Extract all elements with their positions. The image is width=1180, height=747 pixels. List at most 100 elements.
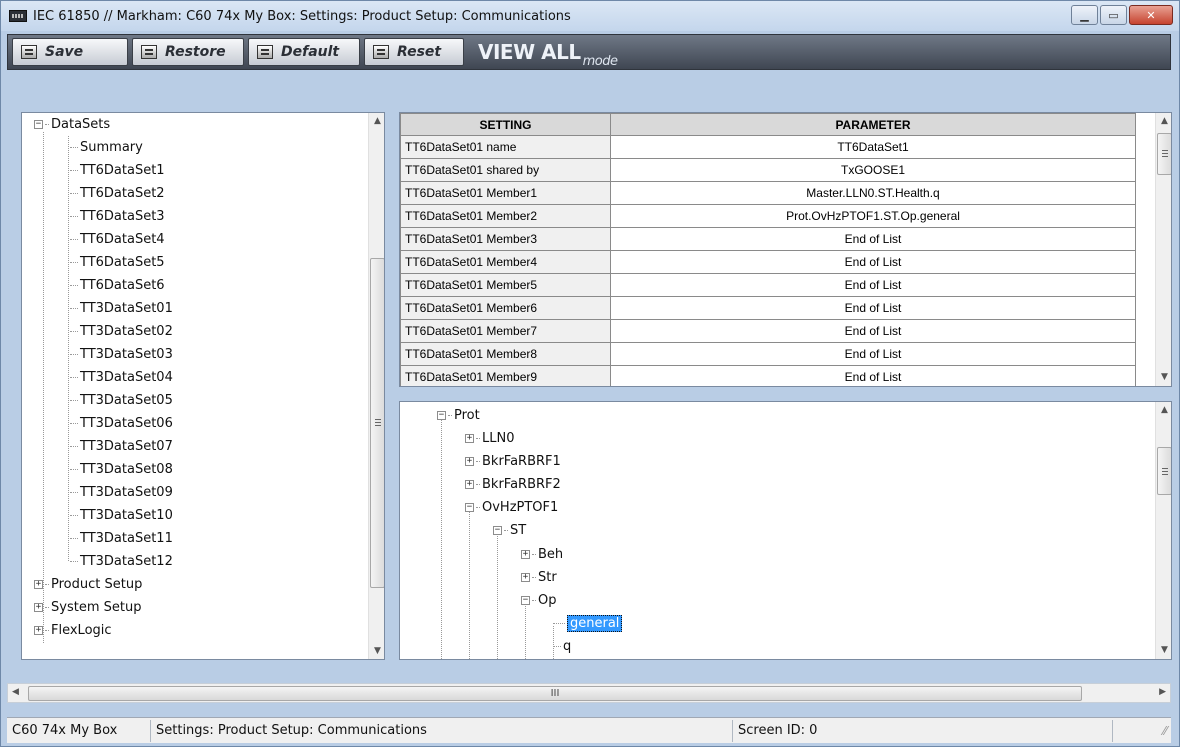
scroll-right-arrow[interactable]: ▶	[1159, 687, 1166, 697]
parameter-value-cell[interactable]: End of List	[610, 342, 1136, 366]
tree-node-section[interactable]: + System Setup	[28, 596, 368, 619]
table-row[interactable]: TT6DataSet01 Member7 End of List	[400, 319, 1136, 343]
tree-node-st[interactable]: − ST	[493, 519, 526, 542]
collapse-icon[interactable]: −	[521, 596, 530, 605]
collapse-icon[interactable]: −	[437, 411, 446, 420]
tree-node-ovhzptof1[interactable]: − OvHzPTOF1	[465, 496, 558, 519]
default-button[interactable]: Default	[248, 38, 360, 66]
parameter-value-cell[interactable]: TT6DataSet1	[610, 135, 1136, 159]
scroll-thumb[interactable]	[1157, 447, 1171, 495]
parameter-value-cell[interactable]: End of List	[610, 250, 1136, 274]
horizontal-scrollbar[interactable]: ◀ III ▶	[7, 683, 1171, 703]
scroll-up-arrow[interactable]: ▲	[369, 113, 384, 130]
setting-name-cell: TT6DataSet01 Member3	[400, 227, 611, 251]
table-row[interactable]: TT6DataSet01 shared by TxGOOSE1	[400, 158, 1136, 182]
tree-node-section[interactable]: + Product Setup	[28, 573, 368, 596]
table-row[interactable]: TT6DataSet01 Member6 End of List	[400, 296, 1136, 320]
tree-node-dataset[interactable]: TT3DataSet07	[28, 435, 368, 458]
expand-icon[interactable]: +	[465, 457, 474, 466]
tree-node-datasets[interactable]: − DataSets	[28, 113, 368, 136]
tree-node-dataset[interactable]: TT3DataSet06	[28, 412, 368, 435]
tree-node-dataset[interactable]: TT3DataSet04	[28, 366, 368, 389]
tree-node-dataset[interactable]: TT3DataSet10	[28, 504, 368, 527]
tree-node-dataset[interactable]: TT3DataSet05	[28, 389, 368, 412]
table-row[interactable]: TT6DataSet01 Member2 Prot.OvHzPTOF1.ST.Op…	[400, 204, 1136, 228]
scroll-thumb[interactable]: III	[28, 686, 1082, 701]
collapse-icon[interactable]: −	[493, 526, 502, 535]
resize-grip-icon[interactable]: ⁄⁄	[1163, 724, 1167, 738]
parameter-value-cell[interactable]: End of List	[610, 296, 1136, 320]
tree-node-dataset[interactable]: TT6DataSet5	[28, 251, 368, 274]
parameter-value-cell[interactable]: End of List	[610, 319, 1136, 343]
tree-node-general[interactable]: general	[553, 612, 623, 635]
tree-node-dataset[interactable]: TT3DataSet11	[28, 527, 368, 550]
tree-node-dataset[interactable]: TT6DataSet1	[28, 159, 368, 182]
parameter-value-cell[interactable]: End of List	[610, 273, 1136, 297]
tree-node-dataset[interactable]: TT6DataSet2	[28, 182, 368, 205]
tree-node-beh[interactable]: + Beh	[521, 543, 563, 566]
parameter-value-cell[interactable]: End of List	[610, 365, 1136, 386]
scroll-thumb[interactable]	[370, 258, 384, 588]
expand-icon[interactable]: +	[521, 550, 530, 559]
scroll-up-arrow[interactable]: ▲	[1156, 402, 1171, 419]
parameter-value-cell[interactable]: TxGOOSE1	[610, 158, 1136, 182]
scroll-thumb[interactable]	[1157, 133, 1171, 175]
expand-icon[interactable]: +	[34, 603, 43, 612]
tree-node-dataset[interactable]: TT3DataSet09	[28, 481, 368, 504]
tree-node-op[interactable]: − Op	[521, 589, 556, 612]
table-row[interactable]: TT6DataSet01 Member5 End of List	[400, 273, 1136, 297]
expand-icon[interactable]: +	[465, 434, 474, 443]
tree-node-q[interactable]: q	[553, 635, 571, 658]
tree-node-section[interactable]: + FlexLogic	[28, 619, 368, 642]
left-vertical-scrollbar[interactable]: ▲ ▼	[368, 113, 384, 659]
table-row[interactable]: TT6DataSet01 Member9 End of List	[400, 365, 1136, 386]
parameter-value-cell[interactable]: Master.LLN0.ST.Health.q	[610, 181, 1136, 205]
tree-node-dataset[interactable]: TT3DataSet08	[28, 458, 368, 481]
tree-node-dataset[interactable]: TT3DataSet02	[28, 320, 368, 343]
table-row[interactable]: TT6DataSet01 Member3 End of List	[400, 227, 1136, 251]
scroll-left-arrow[interactable]: ◀	[12, 687, 19, 697]
column-header-setting[interactable]: SETTING	[400, 113, 611, 136]
parameter-value-cell[interactable]: End of List	[610, 227, 1136, 251]
tree-node-dataset[interactable]: TT6DataSet6	[28, 274, 368, 297]
tree-node-lln0[interactable]: + LLN0	[465, 427, 514, 450]
collapse-icon[interactable]: −	[465, 503, 474, 512]
tree-node-dataset[interactable]: TT6DataSet3	[28, 205, 368, 228]
restore-button[interactable]: Restore	[132, 38, 244, 66]
expand-icon[interactable]: +	[34, 580, 43, 589]
expand-icon[interactable]: +	[34, 626, 43, 635]
table-row[interactable]: TT6DataSet01 Member8 End of List	[400, 342, 1136, 366]
setting-name-cell: TT6DataSet01 name	[400, 135, 611, 159]
expand-icon[interactable]: +	[465, 480, 474, 489]
table-row[interactable]: TT6DataSet01 Member1 Master.LLN0.ST.Healt…	[400, 181, 1136, 205]
column-header-parameter[interactable]: PARAMETER	[610, 113, 1136, 136]
tree-node-dataset[interactable]: Summary	[28, 136, 368, 159]
tree-node-bkrfarbrf2[interactable]: + BkrFaRBRF2	[465, 473, 561, 496]
table-row[interactable]: TT6DataSet01 name TT6DataSet1	[400, 135, 1136, 159]
expand-icon[interactable]: +	[521, 573, 530, 582]
tree-node-str[interactable]: + Str	[521, 566, 557, 589]
tree-node-dataset[interactable]: TT3DataSet12	[28, 550, 368, 573]
maximize-button[interactable]: ▭	[1100, 5, 1127, 25]
table-vertical-scrollbar[interactable]: ▲ ▼	[1155, 113, 1171, 386]
tree-node-dataset[interactable]: TT6DataSet4	[28, 228, 368, 251]
settings-table: SETTING PARAMETER TT6DataSet01 name TT6Da…	[400, 113, 1136, 386]
collapse-icon[interactable]: −	[34, 120, 43, 129]
scroll-down-arrow[interactable]: ▼	[1156, 642, 1171, 659]
tree-node-bkrfarbrf1[interactable]: + BkrFaRBRF1	[465, 450, 561, 473]
tree-node-dataset[interactable]: TT3DataSet03	[28, 343, 368, 366]
scroll-down-arrow[interactable]: ▼	[1156, 369, 1171, 386]
save-button[interactable]: Save	[12, 38, 128, 66]
minimize-button[interactable]: ▁	[1071, 5, 1098, 25]
title-bar[interactable]: IEC 61850 // Markham: C60 74x My Box: Se…	[1, 1, 1179, 31]
close-button[interactable]: ✕	[1129, 5, 1173, 25]
parameter-value-cell[interactable]: Prot.OvHzPTOF1.ST.Op.general	[610, 204, 1136, 228]
object-tree-vertical-scrollbar[interactable]: ▲ ▼	[1155, 402, 1171, 659]
reset-button[interactable]: Reset	[364, 38, 464, 66]
tree-node-dataset[interactable]: TT3DataSet01	[28, 297, 368, 320]
tree-node-prot[interactable]: − Prot	[437, 404, 480, 427]
scroll-down-arrow[interactable]: ▼	[369, 643, 384, 659]
scroll-up-arrow[interactable]: ▲	[1156, 113, 1171, 130]
setting-name-cell: TT6DataSet01 Member5	[400, 273, 611, 297]
table-row[interactable]: TT6DataSet01 Member4 End of List	[400, 250, 1136, 274]
